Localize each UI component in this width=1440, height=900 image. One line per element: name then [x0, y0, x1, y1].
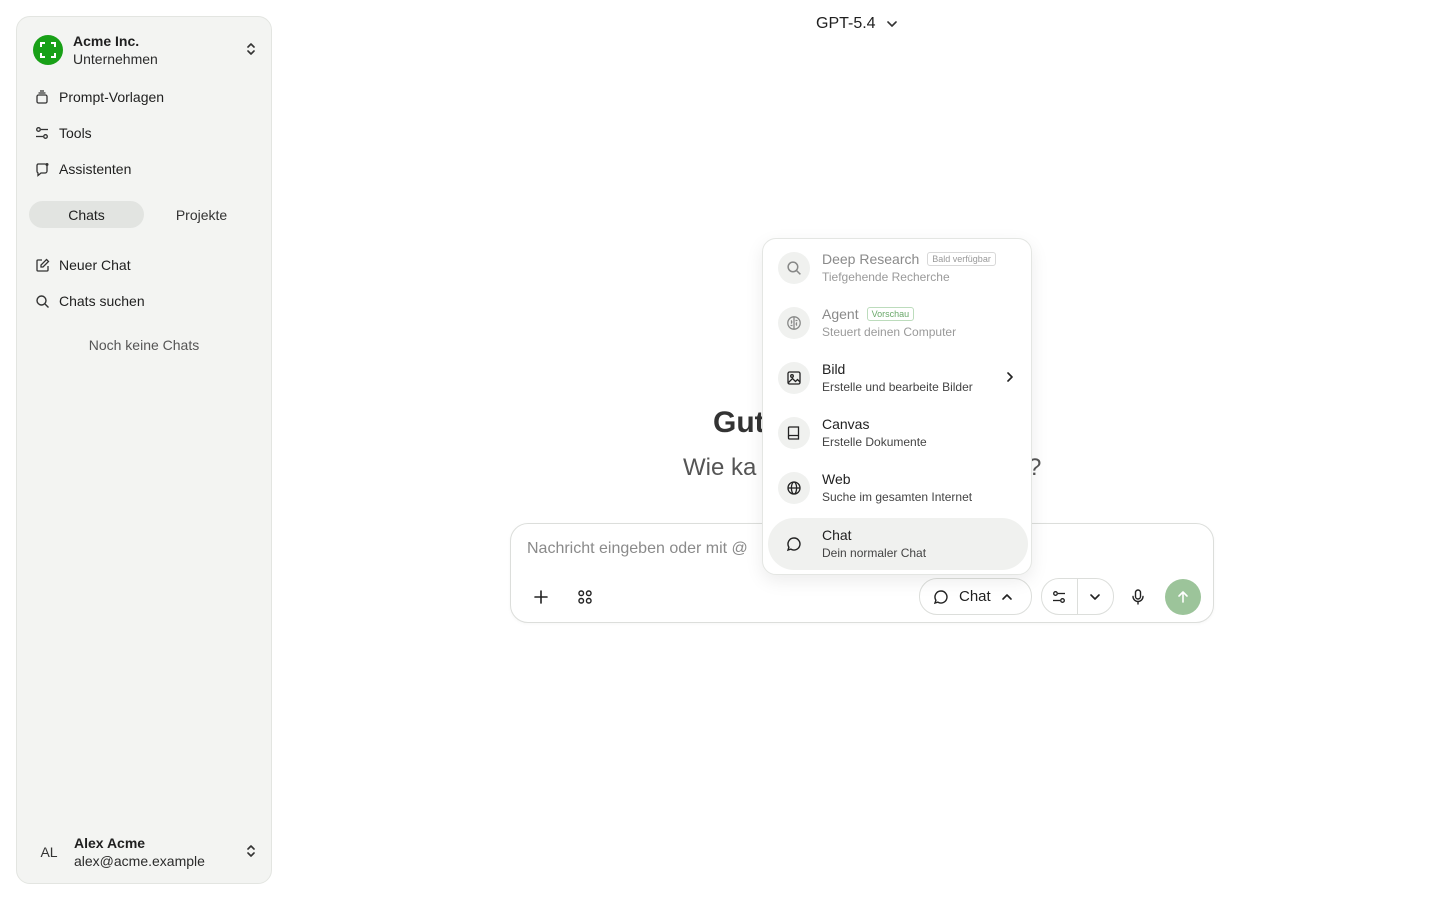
voice-input-button[interactable] [1122, 581, 1154, 613]
globe-icon [778, 472, 810, 504]
org-logo-icon [33, 35, 63, 65]
chevron-up-icon [1001, 593, 1013, 601]
sidebar-item-label: Assistenten [59, 161, 132, 177]
mode-selector-button[interactable]: Chat [919, 578, 1032, 615]
sidebar-item-tools[interactable]: Tools [33, 119, 257, 147]
tab-chats[interactable]: Chats [29, 201, 144, 228]
menu-item-description: Suche im gesamten Internet [822, 490, 973, 504]
sliders-icon [1052, 590, 1066, 604]
send-button[interactable] [1165, 579, 1201, 615]
sidebar-item-label: Tools [59, 125, 92, 141]
sidebar-item-prompt-templates[interactable]: Prompt-Vorlagen [33, 83, 257, 111]
menu-item-description: Erstelle Dokumente [822, 435, 927, 449]
chevron-down-icon [876, 20, 898, 28]
org-subtitle: Unternehmen [73, 51, 158, 67]
chevron-up-down-icon [245, 843, 257, 859]
menu-item-canvas[interactable]: Canvas Erstelle Dokumente [768, 407, 1028, 459]
search-chats-button[interactable]: Chats suchen [33, 287, 257, 315]
assistant-icon [33, 162, 51, 177]
sidebar-item-label: Prompt-Vorlagen [59, 89, 165, 105]
plus-icon [533, 589, 549, 605]
chevron-right-icon [1006, 371, 1014, 383]
mode-dropdown-menu: Deep Research Bald verfügbar Tiefgehende… [762, 238, 1032, 575]
new-chat-button[interactable]: Neuer Chat [33, 251, 257, 279]
user-menu[interactable]: AL Alex Acme alex@acme.example [33, 834, 257, 870]
sidebar-tabs: Chats Projekte [29, 201, 259, 229]
sidebar: Acme Inc. Unternehmen Prompt-Vorlagen To… [16, 16, 272, 884]
avatar: AL [40, 844, 58, 860]
arrow-up-icon [1176, 590, 1190, 604]
stack-icon [33, 90, 51, 104]
user-email: alex@acme.example [74, 853, 205, 869]
model-name: GPT-5.4 [816, 15, 876, 32]
mode-label: Chat [959, 588, 991, 605]
menu-item-title: Chat [822, 527, 852, 543]
menu-item-title: Deep Research [822, 251, 920, 267]
search-icon [778, 252, 810, 284]
menu-item-agent[interactable]: Agent Vorschau Steuert deinen Computer [768, 297, 1028, 349]
menu-item-deep-research[interactable]: Deep Research Bald verfügbar Tiefgehende… [768, 242, 1028, 294]
sidebar-item-assistants[interactable]: Assistenten [33, 155, 257, 183]
greeting-title-text: Gut [713, 406, 765, 439]
sliders-icon [33, 126, 51, 140]
search-chats-label: Chats suchen [59, 293, 145, 309]
menu-item-title: Canvas [822, 416, 870, 432]
menu-item-description: Tiefgehende Recherche [822, 270, 950, 284]
chevron-up-down-icon [245, 41, 257, 57]
tab-projects[interactable]: Projekte [144, 201, 259, 228]
menu-item-description: Steuert deinen Computer [822, 325, 957, 339]
tools-settings-button[interactable] [1042, 579, 1078, 614]
chat-bubble-icon [778, 528, 810, 560]
preview-badge: Vorschau [866, 307, 915, 321]
menu-item-description: Dein normaler Chat [822, 546, 927, 560]
menu-item-chat[interactable]: Chat Dein normaler Chat [768, 518, 1028, 570]
menu-item-title: Web [822, 471, 851, 487]
add-attachment-button[interactable] [525, 581, 557, 613]
menu-item-image[interactable]: Bild Erstelle und bearbeite Bilder [768, 352, 1028, 404]
menu-item-web[interactable]: Web Suche im gesamten Internet [768, 462, 1028, 514]
chevron-down-icon [1089, 593, 1101, 601]
apps-button[interactable] [569, 581, 601, 613]
menu-item-description: Erstelle und bearbeite Bilder [822, 380, 973, 394]
coming-soon-badge: Bald verfügbar [927, 252, 996, 266]
menu-item-title: Bild [822, 361, 846, 377]
tools-group [1041, 578, 1114, 615]
image-icon [778, 362, 810, 394]
new-chat-label: Neuer Chat [59, 257, 131, 273]
user-name: Alex Acme [74, 835, 146, 851]
model-selector[interactable]: GPT-5.4 [806, 10, 908, 38]
microphone-icon [1131, 589, 1145, 605]
org-switcher[interactable]: Acme Inc. Unternehmen [33, 32, 257, 68]
empty-chats-note: Noch keine Chats [88, 337, 200, 353]
book-icon [778, 417, 810, 449]
command-icon [577, 589, 593, 605]
menu-item-title: Agent [822, 306, 859, 322]
edit-icon [33, 258, 51, 273]
greeting-subtitle-left: Wie ka [683, 454, 757, 481]
brain-icon [778, 307, 810, 339]
search-icon [33, 294, 51, 309]
tools-dropdown-button[interactable] [1078, 579, 1114, 614]
org-name: Acme Inc. [73, 33, 140, 49]
chat-bubble-icon [933, 589, 949, 605]
